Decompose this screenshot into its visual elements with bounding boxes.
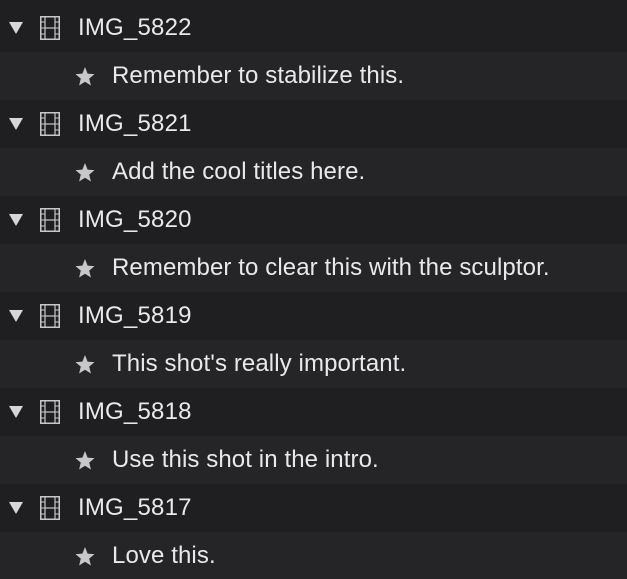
clip-row[interactable]: IMG_5819 <box>0 292 627 340</box>
note-row[interactable]: Use this shot in the intro. <box>0 436 627 484</box>
note-text: Use this shot in the intro. <box>112 446 379 473</box>
film-strip-icon <box>38 400 62 424</box>
clip-row[interactable]: IMG_5817 <box>0 484 627 532</box>
note-row[interactable]: This shot's really important. <box>0 340 627 388</box>
note-row[interactable]: Love this. <box>0 532 627 579</box>
clip-name: IMG_5822 <box>78 14 192 41</box>
clip-row[interactable]: IMG_5818 <box>0 388 627 436</box>
film-strip-icon <box>38 16 62 40</box>
clip-row[interactable]: IMG_5821 <box>0 100 627 148</box>
disclosure-triangle-down-icon[interactable] <box>8 116 24 132</box>
clip-name: IMG_5820 <box>78 206 192 233</box>
star-icon <box>74 353 96 375</box>
clip-name: IMG_5817 <box>78 494 192 521</box>
disclosure-triangle-down-icon[interactable] <box>8 20 24 36</box>
disclosure-triangle-down-icon[interactable] <box>8 404 24 420</box>
star-icon <box>74 545 96 567</box>
disclosure-triangle-down-icon[interactable] <box>8 308 24 324</box>
note-row[interactable]: Remember to stabilize this. <box>0 52 627 100</box>
clip-name: IMG_5819 <box>78 302 192 329</box>
note-row[interactable]: Remember to clear this with the sculptor… <box>0 244 627 292</box>
note-text: This shot's really important. <box>112 350 407 377</box>
clip-name: IMG_5821 <box>78 110 192 137</box>
star-icon <box>74 257 96 279</box>
disclosure-triangle-down-icon[interactable] <box>8 212 24 228</box>
star-icon <box>74 449 96 471</box>
note-text: Add the cool titles here. <box>112 158 366 185</box>
clip-list: IMG_5822 Remember to stabilize this. IMG… <box>0 0 627 579</box>
clip-row[interactable]: IMG_5820 <box>0 196 627 244</box>
note-row[interactable]: Add the cool titles here. <box>0 148 627 196</box>
clip-name: IMG_5818 <box>78 398 192 425</box>
note-text: Remember to stabilize this. <box>112 62 405 89</box>
film-strip-icon <box>38 112 62 136</box>
disclosure-triangle-down-icon[interactable] <box>8 500 24 516</box>
star-icon <box>74 161 96 183</box>
clip-row[interactable]: IMG_5822 <box>0 4 627 52</box>
note-text: Remember to clear this with the sculptor… <box>112 254 550 281</box>
film-strip-icon <box>38 208 62 232</box>
star-icon <box>74 65 96 87</box>
note-text: Love this. <box>112 542 216 569</box>
film-strip-icon <box>38 304 62 328</box>
film-strip-icon <box>38 496 62 520</box>
